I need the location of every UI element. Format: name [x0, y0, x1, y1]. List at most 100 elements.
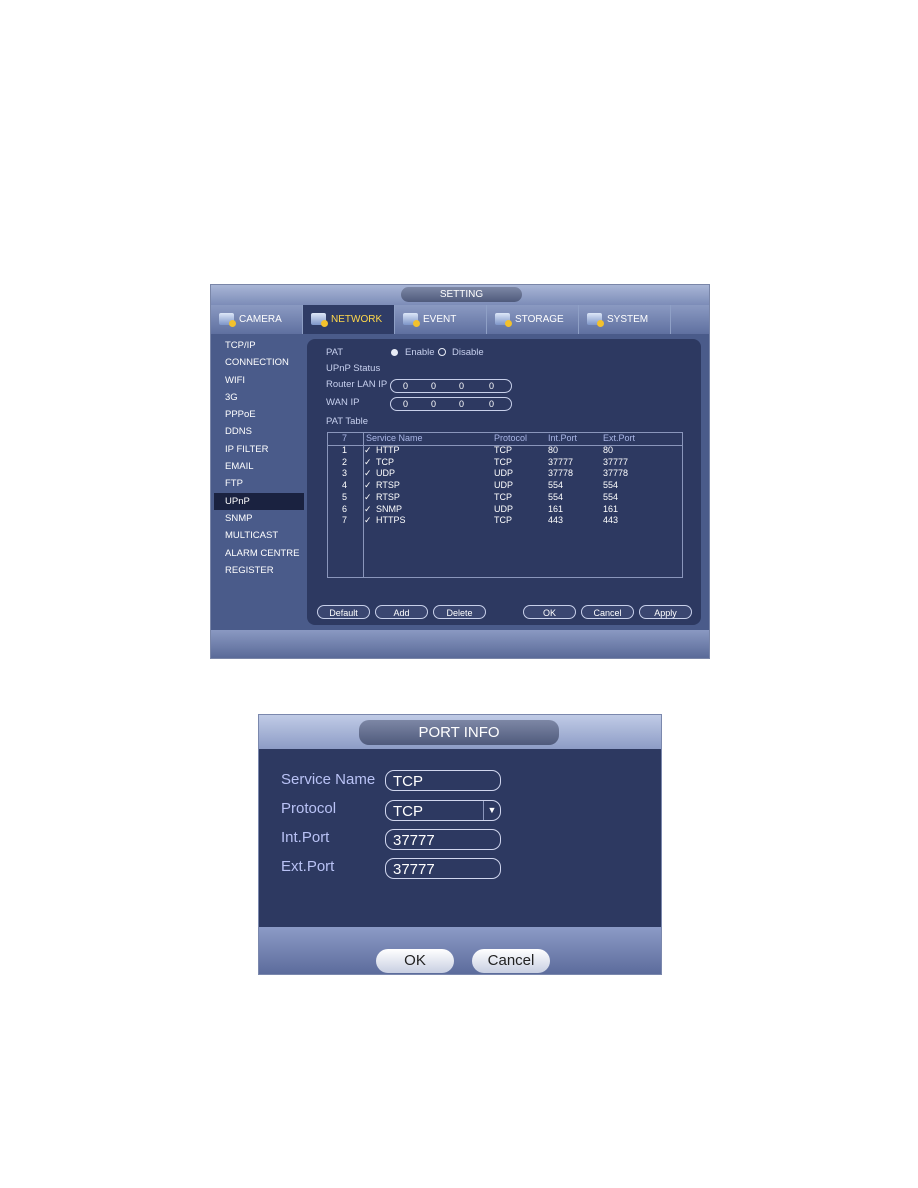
camera-icon [219, 313, 236, 327]
tab-system[interactable]: SYSTEM [579, 305, 671, 334]
checkbox-checked-icon[interactable]: ✓ [364, 504, 372, 516]
ip-octet: 0 [489, 399, 495, 409]
table-cell: 3 [342, 468, 348, 479]
table-cell: 7 [342, 515, 348, 526]
tab-bar: CAMERA NETWORK EVENT STORAGE SYSTEM [211, 305, 709, 334]
window-title: SETTING [401, 287, 522, 302]
add-button[interactable]: Add [375, 605, 428, 619]
ok-button[interactable]: OK [376, 949, 454, 973]
cancel-button[interactable]: Cancel [472, 949, 550, 973]
checkbox-checked-icon[interactable]: ✓ [364, 515, 372, 527]
table-cell: 37778 [548, 468, 574, 479]
sidebar: TCP/IP CONNECTION WIFI 3G PPPoE DDNS IP FILTER… [214, 337, 304, 579]
checkbox-checked-icon[interactable]: ✓ [364, 492, 372, 504]
table-cell: 37777 [603, 456, 629, 467]
event-icon [403, 313, 420, 327]
protocol-label: Protocol [281, 800, 337, 817]
table-cell: UDP [494, 503, 514, 514]
tab-network[interactable]: NETWORK [303, 305, 395, 334]
sidebar-item-ddns[interactable]: DDNS [214, 423, 304, 440]
sidebar-item-alarm-centre[interactable]: ALARM CENTRE [214, 545, 304, 562]
table-row[interactable]: 7 ✓ HTTPS TCP 443 443 [328, 515, 682, 527]
table-cell: 4 [342, 480, 348, 491]
sidebar-item-pppoe[interactable]: PPPoE [214, 406, 304, 423]
bottom-bar [211, 630, 709, 658]
table-cell: TCP [376, 456, 394, 467]
ip-octet: 0 [459, 381, 465, 391]
sidebar-item-3g[interactable]: 3G [214, 389, 304, 406]
table-cell: Int.Port [548, 433, 578, 443]
table-row[interactable]: 6 ✓ SNMP UDP 161 161 [328, 504, 682, 516]
ok-button[interactable]: OK [523, 605, 576, 619]
int-port-input[interactable]: 37777 [385, 829, 501, 850]
wan-ip-input[interactable]: 0 0 0 0 [390, 397, 512, 411]
sidebar-item-multicast[interactable]: MULTICAST [214, 527, 304, 544]
sidebar-item-upnp[interactable]: UPnP [214, 492, 304, 510]
cancel-button[interactable]: Cancel [581, 605, 634, 619]
tab-storage[interactable]: STORAGE [487, 305, 579, 334]
port-info-dialog: PORT INFO Service Name TCP Protocol TCP ▼… [258, 714, 662, 975]
checkbox-checked-icon[interactable]: ✓ [364, 457, 372, 469]
chevron-down-icon[interactable]: ▼ [483, 801, 500, 820]
dialog-title: PORT INFO [359, 720, 559, 745]
sidebar-item-connection[interactable]: CONNECTION [214, 354, 304, 371]
sidebar-item-tcp-ip[interactable]: TCP/IP [214, 337, 304, 354]
table-cell: Protocol [494, 433, 528, 443]
table-row[interactable]: 2 ✓ TCP TCP 37777 37777 [328, 457, 682, 469]
table-cell: 37778 [603, 468, 629, 479]
table-row[interactable]: 1 ✓ HTTP TCP 80 80 [328, 445, 682, 457]
protocol-select[interactable]: TCP ▼ [385, 800, 501, 821]
title-bar: SETTING [211, 285, 709, 305]
tab-event[interactable]: EVENT [395, 305, 487, 334]
sidebar-item-email[interactable]: EMAIL [214, 458, 304, 475]
ip-octet: 0 [459, 399, 465, 409]
table-cell: 443 [548, 515, 564, 526]
enable-label: Enable [405, 347, 435, 358]
disable-radio[interactable] [438, 348, 446, 356]
table-cell: UDP [494, 468, 514, 479]
table-cell: 5 [342, 491, 348, 502]
service-name-input[interactable]: TCP [385, 770, 501, 791]
table-cell: 443 [603, 515, 619, 526]
service-name-label: Service Name [281, 771, 376, 788]
table-row[interactable]: 5 ✓ RTSP TCP 554 554 [328, 492, 682, 504]
table-cell: 554 [548, 491, 564, 502]
table-cell: UDP [494, 480, 514, 491]
table-cell: TCP [494, 456, 512, 467]
table-cell: 161 [603, 503, 619, 514]
ip-octet: 0 [489, 381, 495, 391]
table-cell: 80 [548, 445, 559, 455]
table-header: 7 Service Name Protocol Int.Port Ext.Port [328, 433, 682, 446]
pat-label: PAT [326, 347, 344, 358]
upnp-status-label: UPnP Status [326, 363, 381, 374]
sidebar-item-snmp[interactable]: SNMP [214, 510, 304, 527]
checkbox-checked-icon[interactable]: ✓ [364, 468, 372, 480]
router-lan-ip-input[interactable]: 0 0 0 0 [390, 379, 512, 393]
delete-button[interactable]: Delete [433, 605, 486, 619]
table-cell: RTSP [376, 491, 400, 502]
network-icon [311, 313, 328, 327]
ip-octet: 0 [431, 399, 437, 409]
checkbox-checked-icon[interactable]: ✓ [364, 445, 372, 457]
tab-camera[interactable]: CAMERA [211, 305, 303, 334]
table-cell: SNMP [376, 503, 403, 514]
default-button[interactable]: Default [317, 605, 370, 619]
disable-label: Disable [452, 347, 484, 358]
checkbox-checked-icon[interactable]: ✓ [364, 480, 372, 492]
upnp-panel: PAT Enable Disable UPnP Status Router LA… [307, 339, 701, 625]
sidebar-item-wifi[interactable]: WIFI [214, 372, 304, 389]
storage-icon [495, 313, 512, 327]
table-cell: TCP [494, 445, 512, 455]
sidebar-item-ip-filter[interactable]: IP FILTER [214, 441, 304, 458]
setting-window: SETTING CAMERA NETWORK EVENT STORAGE SYS… [210, 284, 710, 659]
router-lan-ip-label: Router LAN IP [326, 379, 388, 390]
apply-button[interactable]: Apply [639, 605, 692, 619]
sidebar-item-register[interactable]: REGISTER [214, 562, 304, 579]
table-cell: Service Name [366, 433, 423, 443]
table-row[interactable]: 3 ✓ UDP UDP 37778 37778 [328, 468, 682, 480]
ext-port-input[interactable]: 37777 [385, 858, 501, 879]
table-cell: 554 [603, 491, 619, 502]
sidebar-item-ftp[interactable]: FTP [214, 475, 304, 492]
table-row[interactable]: 4 ✓ RTSP UDP 554 554 [328, 480, 682, 492]
enable-radio[interactable] [391, 349, 398, 356]
